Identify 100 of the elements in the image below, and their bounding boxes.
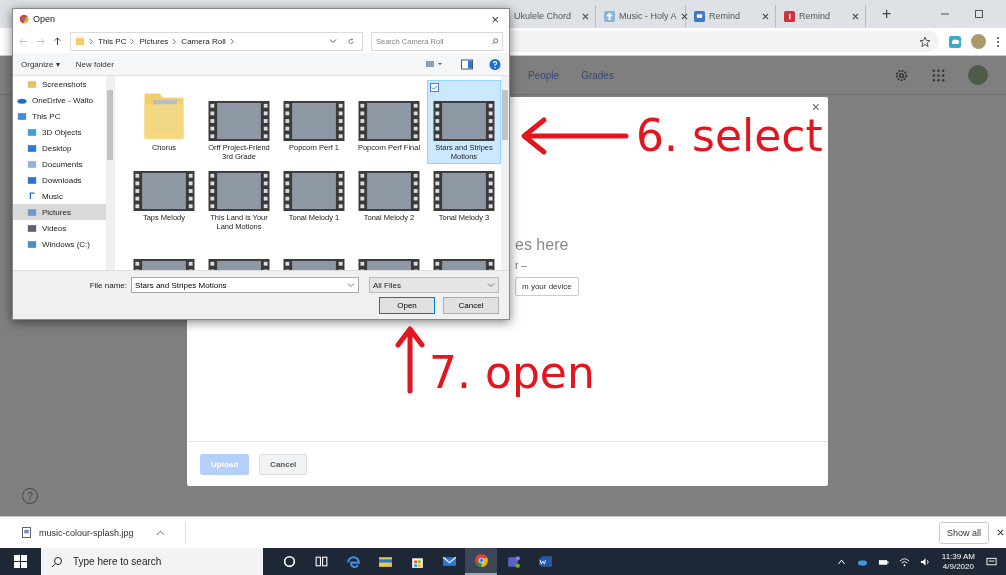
clock[interactable]: 11:39 AM 4/9/2020 [941,551,975,572]
checkbox[interactable] [430,83,439,92]
extension-icon[interactable] [949,35,961,48]
breadcrumb[interactable]: Camera Roll [181,36,226,46]
menu-icon[interactable] [996,35,1000,48]
nav-item[interactable]: 3D Objects [13,124,106,140]
video-thumbnail [358,171,420,211]
open-button[interactable]: Open [379,297,435,314]
document-icon [27,159,37,169]
folder-icon [75,36,85,46]
organize-menu[interactable]: Organize ▾ [21,59,60,69]
refresh-icon[interactable] [347,37,355,45]
chevron-icon [130,37,136,45]
edge-icon [345,554,361,569]
avatar[interactable] [971,34,986,49]
divider-text: r – [515,260,527,271]
cross-icon [604,10,615,22]
drive-icon [27,239,37,249]
apps-grid-icon[interactable] [931,67,946,83]
video-thumbnail [283,101,345,141]
nav-item[interactable]: Windows (C:) [13,236,106,252]
teams-icon [505,554,521,569]
close-icon[interactable] [680,12,688,20]
browser-tab[interactable]: Remind [782,5,866,27]
annotation-label: 6. select [636,114,823,158]
video-thumbnail [358,101,420,141]
star-icon[interactable] [919,35,931,48]
word-icon [537,554,553,569]
picture-icon [27,207,37,217]
nav-item[interactable]: This PC [13,108,106,124]
search-box[interactable]: Type here to search [41,548,263,575]
download-icon [27,175,37,185]
settings-icon[interactable] [894,67,909,83]
nav-item[interactable]: OneDrive - Walto [13,92,106,108]
file-name-field[interactable]: Stars and Stripes Motions [132,280,344,290]
wifi-icon[interactable] [898,556,910,567]
drop-zone-text: es here [515,236,569,254]
nav-item[interactable]: Pictures [13,204,106,220]
breadcrumb[interactable]: This PC [98,36,127,46]
dropdown-caret-icon [347,281,355,289]
close-icon[interactable] [582,12,589,20]
maximize-icon[interactable] [974,9,984,19]
chevron-icon [172,37,178,45]
nav-item[interactable]: Desktop [13,140,106,156]
file-type-dropdown[interactable]: All Files [369,277,499,293]
speaker-icon[interactable] [919,556,931,567]
desktop-icon [27,143,37,153]
close-button[interactable]: × [811,99,820,115]
dialog-title: Open [33,14,56,24]
select-from-device-button[interactable]: m your device [515,277,579,296]
folder-icon [27,79,37,89]
preview-pane-icon[interactable] [461,58,473,70]
chrome-icon [19,14,29,24]
show-all-button[interactable]: Show all [938,521,989,544]
browser-tab[interactable]: Music - Holy A [602,5,686,27]
cancel-button[interactable]: Cancel [259,453,308,475]
music-note-icon [27,191,37,201]
taskbar-chrome-button[interactable] [465,548,497,575]
nav-item[interactable]: Screenshots [13,76,106,92]
close-icon[interactable] [762,12,769,20]
path-bar[interactable]: This PC Pictures Camera Roll [70,31,363,51]
nav-item[interactable]: Music [13,188,106,204]
task-view-icon [313,554,329,569]
video-thumbnail [208,101,270,141]
chevron-icon [89,37,94,45]
field-label: File name: [88,280,127,290]
download-item[interactable]: music-colour-splash.jpg [39,527,134,538]
new-tab-button[interactable]: + [876,5,898,23]
number-badge-icon [784,10,795,22]
browser-tab[interactable]: Remind [692,5,776,27]
nav-item[interactable]: Videos [13,220,106,236]
new-folder-button[interactable]: New folder [75,59,114,69]
video-thumbnail [283,171,345,211]
close-button[interactable]: × [491,11,499,27]
browser-tab[interactable]: Ukulele Chord [512,5,596,27]
scrollbar[interactable] [501,76,509,270]
close-icon[interactable] [997,529,1004,536]
notification-icon[interactable] [986,556,997,567]
chevron-icon [229,37,235,45]
film-icon [27,223,37,233]
chat-bubble-icon [694,10,705,22]
annotation-arrow [395,325,425,395]
video-thumbnail [433,171,495,211]
nav-item[interactable]: Downloads [13,172,106,188]
file-name-box[interactable]: Stars and Stripes Motions [131,277,359,293]
windows-logo-icon[interactable] [14,555,27,568]
cancel-button[interactable]: Cancel [443,297,499,314]
folder-icon [377,554,393,569]
nav-item[interactable]: Documents [13,156,106,172]
cortana-icon [281,554,297,569]
search-icon [51,555,63,568]
breadcrumb[interactable]: Pictures [139,36,169,46]
up-arrow-icon[interactable] [53,36,62,46]
scrollbar[interactable] [106,76,114,270]
search-icon [491,37,499,45]
close-icon[interactable] [852,12,859,20]
video-thumbnail [208,171,270,211]
cube-icon [27,127,37,137]
search-field[interactable]: Type here to search [71,555,255,568]
help-icon[interactable] [489,58,501,70]
